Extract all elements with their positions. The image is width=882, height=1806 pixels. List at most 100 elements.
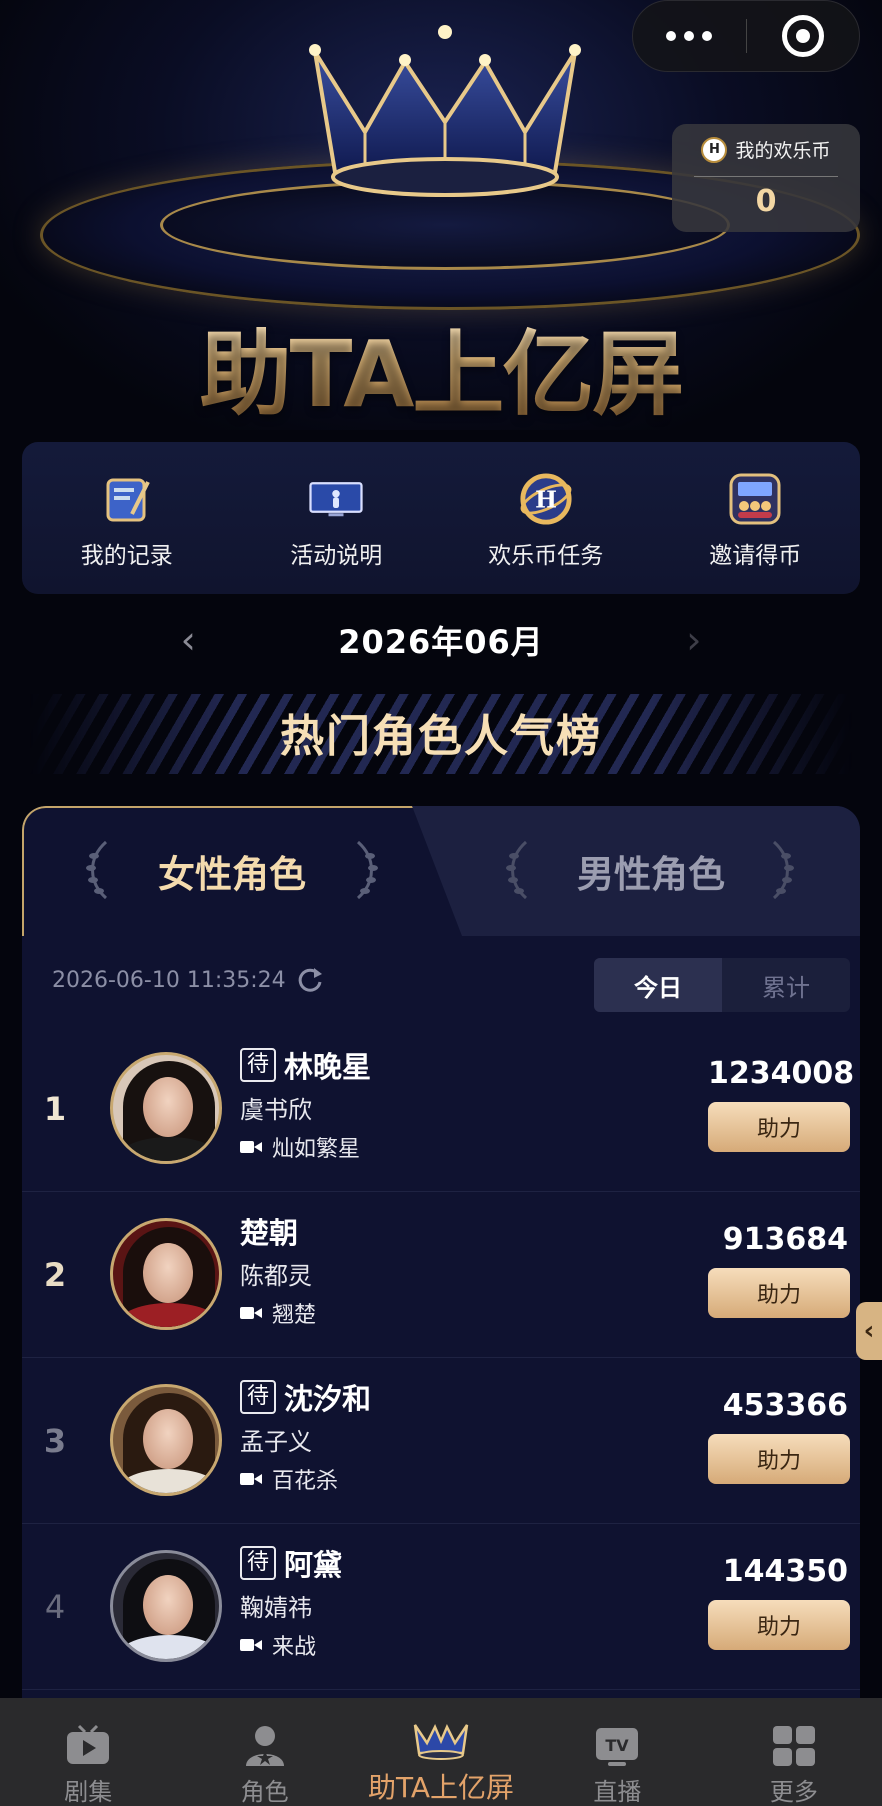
mini-program-capsule [632,0,860,72]
notebook-icon [100,472,154,526]
video-camera-icon [240,1472,262,1486]
crown-icon [411,1714,471,1762]
ranking-row[interactable]: 3 待沈汐和 孟子义 百花杀 453366 助力 [22,1358,860,1524]
grid-icon [771,1724,817,1768]
nav-roles[interactable]: 角色 [176,1698,352,1806]
drama-title: 来战 [272,1635,317,1660]
timestamp-text: 2026-06-10 11:35:24 [52,967,286,993]
video-camera-icon [240,1638,262,1652]
update-time: 2026-06-10 11:35:24 [52,966,324,994]
drama-title: 百花杀 [272,1469,339,1494]
pending-tag: 待 [240,1380,277,1414]
month-selector: ‹ 2026年06月 › [0,612,882,668]
tab-male[interactable]: 男性角色 [442,844,860,898]
role-info: 待林晚星 虞书欣 灿如繁星 [240,1044,371,1163]
screen-icon [309,472,363,526]
h-coin-icon: H [701,136,728,163]
list-meta: 2026-06-10 11:35:24 今日 累计 [22,936,860,1026]
more-menu-icon[interactable] [633,1,746,71]
period-toggle: 今日 累计 [594,958,850,1012]
avatar [110,1550,222,1662]
boost-button[interactable]: 助力 [708,1268,850,1318]
nav-label: 剧集 [64,1778,113,1806]
actor-name: 陈都灵 [240,1262,312,1290]
person-star-icon [242,1724,288,1768]
role-info: 待阿黛 鞠婧祎 来战 [240,1542,342,1661]
pending-tag: 待 [240,1048,277,1082]
nav-dramas[interactable]: 剧集 [0,1698,176,1806]
nav-boost-screen[interactable]: 助TA上亿屏 [353,1698,529,1806]
close-target-icon[interactable] [746,1,859,71]
menu-label: 欢乐币任务 [488,543,604,569]
actor-name: 鞠婧祎 [240,1594,312,1622]
toggle-total[interactable]: 累计 [722,958,850,1012]
ranking-row[interactable]: 1 待林晚星 虞书欣 灿如繁星 1234008 助力 [22,1026,860,1192]
gender-tabs: 女性角色 男性角色 [22,806,860,936]
prev-month-icon[interactable]: ‹ [158,621,218,659]
role-info: 待沈汐和 孟子义 百花杀 [240,1376,371,1495]
tv-play-icon [65,1724,111,1768]
ranking-row[interactable]: 4 待阿黛 鞠婧祎 来战 144350 助力 [22,1524,860,1690]
pending-tag: 待 [240,1546,277,1580]
tv-icon: TV [594,1724,640,1768]
nav-more[interactable]: 更多 [706,1698,882,1806]
coins-label: 我的欢乐币 [735,140,831,162]
popularity-score: 913684 [722,1222,848,1257]
section-title: 热门角色人气榜 [280,711,602,762]
menu-activity-rules[interactable]: 活动说明 [232,442,442,594]
nav-label: 助TA上亿屏 [367,1771,515,1804]
tab-female[interactable]: 女性角色 [22,844,442,898]
role-info: 楚朝 陈都灵 翘楚 [240,1210,316,1329]
role-name: 沈汐和 [284,1382,372,1416]
role-name: 阿黛 [284,1548,343,1582]
nav-label: 更多 [769,1778,818,1806]
role-name: 林晚星 [284,1050,372,1084]
avatar [110,1384,222,1496]
ranking-row[interactable]: 2 楚朝 陈都灵 翘楚 913684 助力 [22,1192,860,1358]
menu-invite[interactable]: 邀请得币 [651,442,861,594]
crown-illustration [309,25,581,197]
boost-button[interactable]: 助力 [708,1600,850,1650]
refresh-icon[interactable] [296,966,324,994]
action-menu: 我的记录 活动说明 H 欢乐币任务 邀请得币 [22,442,860,594]
popularity-score: 144350 [722,1554,848,1589]
actor-name: 虞书欣 [240,1096,312,1124]
nav-live[interactable]: TV 直播 [529,1698,705,1806]
next-month-icon[interactable]: › [664,621,724,659]
side-collapse-icon[interactable]: ‹ [856,1302,882,1360]
svg-text:H: H [535,487,557,514]
h-coin-icon: H [519,472,573,526]
menu-my-records[interactable]: 我的记录 [22,442,232,594]
boost-button[interactable]: 助力 [708,1102,850,1152]
month-label: 2026年06月 [338,623,544,661]
rank-number: 3 [43,1421,67,1460]
popularity-score: 1234008 [708,1056,855,1091]
rank-number: 4 [44,1587,66,1626]
audience-icon [728,472,782,526]
video-camera-icon [240,1140,262,1154]
role-name: 楚朝 [240,1216,299,1250]
toggle-today[interactable]: 今日 [594,958,722,1012]
bottom-nav: 剧集 角色 助TA上亿屏 TV 直播 更多 [0,1698,882,1806]
my-coins-card[interactable]: H 我的欢乐币 0 [672,124,860,232]
popularity-score: 453366 [722,1388,848,1423]
menu-label: 我的记录 [80,543,173,569]
boost-button[interactable]: 助力 [708,1434,850,1484]
hero-title: 助TA上亿屏 [0,300,882,430]
nav-label: 角色 [240,1778,289,1806]
ranking-panel: 女性角色 男性角色 2026-06-10 11:35:24 今日 累计 1 待林… [22,806,860,1806]
video-camera-icon [240,1306,262,1320]
actor-name: 孟子义 [240,1428,312,1456]
svg-text:TV: TV [606,1736,630,1755]
drama-title: 灿如繁星 [272,1137,361,1162]
nav-label: 直播 [593,1778,642,1806]
menu-label: 邀请得币 [709,543,802,569]
menu-coin-tasks[interactable]: H 欢乐币任务 [441,442,651,594]
avatar [110,1218,222,1330]
drama-title: 翘楚 [272,1303,317,1328]
rank-number: 1 [43,1089,67,1128]
rank-number: 2 [43,1255,67,1294]
menu-label: 活动说明 [290,543,383,569]
coins-value: 0 [755,184,777,219]
avatar [110,1052,222,1164]
